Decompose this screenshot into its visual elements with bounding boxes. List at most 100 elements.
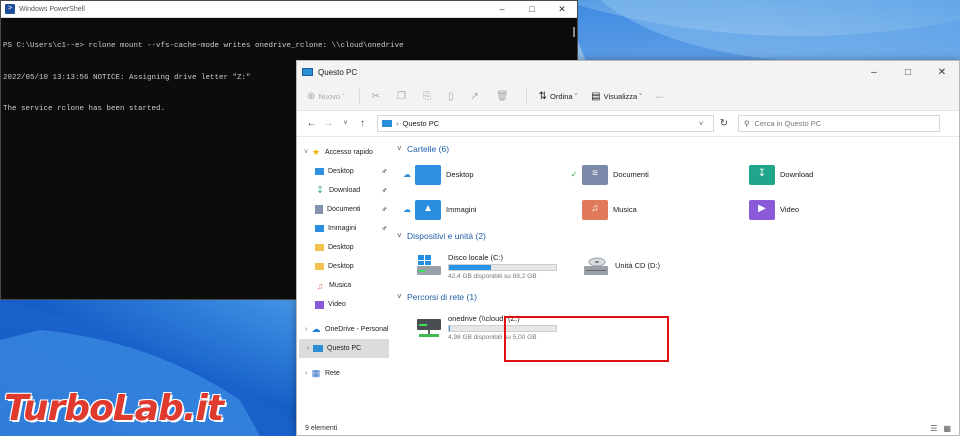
- network-drive-icon: [415, 315, 443, 339]
- folder-icon: [315, 263, 324, 270]
- explorer-title: Questo PC: [318, 67, 358, 77]
- drive-free-space: 42,4 GB disponibili su 69,2 GB: [448, 272, 537, 280]
- folder-immagini[interactable]: ☁ ▲ Immagini: [401, 192, 568, 227]
- folder-label: Desktop: [446, 170, 474, 179]
- view-icon: ▤: [591, 91, 601, 102]
- group-header-network[interactable]: ˅ Percorsi di rete (1): [397, 288, 953, 305]
- delete-button[interactable]: 🗑: [496, 91, 512, 102]
- sidebar-item-label: Desktop: [328, 168, 354, 175]
- chevron-right-icon: ›: [304, 326, 308, 333]
- back-button[interactable]: ←: [303, 118, 320, 129]
- folder-download[interactable]: ↧ Download: [735, 157, 902, 192]
- sidebar-item-label: Video: [328, 301, 346, 308]
- group-header-devices[interactable]: ˅ Dispositivi e unità (2): [397, 227, 953, 244]
- pin-icon[interactable]: 🖈: [381, 224, 387, 234]
- explorer-window[interactable]: Questo PC – □ ✕ ⊕ Nuovo ˇ ✂ ❐ ⎘ ▯ ↗ 🗑 ⇅ …: [296, 60, 960, 436]
- cloud-status-icon: ☁: [403, 170, 411, 179]
- group-header-folders[interactable]: ˅ Cartelle (6): [397, 140, 953, 157]
- pin-icon[interactable]: 🖈: [381, 186, 387, 196]
- copy-button[interactable]: ❐: [397, 91, 409, 102]
- search-input[interactable]: ⚲ Cerca in Questo PC: [738, 115, 940, 132]
- chevron-down-icon: ˇ: [572, 92, 578, 101]
- folder-label: Immagini: [446, 205, 477, 214]
- close-button[interactable]: ✕: [925, 61, 959, 83]
- tiles-view-icon[interactable]: ▦: [943, 424, 951, 433]
- sidebar-item-network[interactable]: › ▦ Rete: [297, 364, 391, 383]
- share-button[interactable]: ↗: [471, 91, 482, 102]
- up-button[interactable]: ↑: [354, 118, 371, 129]
- sidebar-item-label: OneDrive - Personal: [325, 326, 389, 333]
- pin-icon[interactable]: 🖈: [381, 167, 387, 177]
- maximize-button[interactable]: □: [891, 61, 925, 83]
- sidebar-item-immagini[interactable]: Immagini 🖈: [297, 219, 391, 238]
- cut-button[interactable]: ✂: [372, 91, 383, 102]
- drive-c[interactable]: Disco locale (C:) 42,4 GB disponibili su…: [401, 244, 568, 288]
- folder-documenti[interactable]: ✓ ≡ Documenti: [568, 157, 735, 192]
- share-icon: ↗: [470, 91, 479, 102]
- sidebar-item-documenti[interactable]: Documenti 🖈: [297, 200, 391, 219]
- star-icon: ★: [311, 147, 321, 157]
- console-scrollbar[interactable]: [573, 27, 575, 37]
- folder-label: Documenti: [613, 170, 649, 179]
- sidebar-item-quick-access[interactable]: ˅ ★ Accesso rapido: [297, 143, 391, 162]
- folder-label: Download: [780, 170, 814, 179]
- sidebar-item-this-pc[interactable]: › Questo PC: [299, 339, 389, 358]
- navigation-bar: ← → ˅ ↑ › Questo PC ˅ ↻ ⚲ Cerca in Quest…: [297, 111, 959, 137]
- forward-button[interactable]: →: [320, 118, 337, 129]
- view-label: Visualizza: [603, 92, 638, 101]
- sidebar-item-onedrive[interactable]: › ☁ OneDrive - Personal: [297, 320, 391, 339]
- view-button[interactable]: ▤ Visualizza ˇ: [591, 91, 642, 102]
- refresh-button[interactable]: ↻: [714, 118, 734, 129]
- sidebar-item-desktop[interactable]: Desktop 🖈: [297, 162, 391, 181]
- folder-label: Video: [780, 205, 800, 214]
- folder-musica[interactable]: ♫ Musica: [568, 192, 735, 227]
- sidebar-item-desktop-folder[interactable]: Desktop: [297, 238, 391, 257]
- folder-video[interactable]: ▶ Video: [735, 192, 902, 227]
- sidebar-item-musica[interactable]: ♫ Musica: [297, 276, 391, 295]
- rename-button[interactable]: ▯: [448, 91, 457, 102]
- group-header-label: Percorsi di rete (1): [407, 291, 477, 302]
- chevron-down-icon[interactable]: ˅: [699, 119, 713, 128]
- powershell-titlebar[interactable]: > Windows PowerShell – □ ✕: [1, 1, 577, 18]
- navigation-pane: ˅ ★ Accesso rapido Desktop 🖈 ↧ Download …: [297, 137, 391, 409]
- paste-button[interactable]: ⎘: [423, 91, 434, 102]
- recent-locations-button[interactable]: ˅: [337, 120, 354, 127]
- sidebar-item-video[interactable]: Video: [297, 295, 391, 314]
- minimize-button[interactable]: –: [487, 1, 517, 17]
- address-bar[interactable]: › Questo PC ˅: [377, 115, 714, 132]
- download-icon: ↧: [316, 185, 324, 195]
- documents-folder-icon: ≡: [582, 164, 608, 185]
- sidebar-item-label: Documenti: [327, 206, 361, 213]
- group-header-label: Cartelle (6): [407, 143, 450, 154]
- explorer-titlebar[interactable]: Questo PC – □ ✕: [297, 61, 959, 83]
- new-button[interactable]: ⊕ Nuovo ˇ: [307, 91, 345, 102]
- sidebar-item-label: Immagini: [328, 225, 357, 232]
- more-options-button[interactable]: ···: [656, 92, 664, 101]
- more-icon: ···: [655, 92, 664, 101]
- sidebar-item-label: Download: [329, 187, 361, 194]
- drive-name: Disco locale (C:): [448, 252, 504, 262]
- chevron-down-icon: ˇ: [637, 92, 642, 101]
- sidebar-item-download[interactable]: ↧ Download 🖈: [297, 181, 391, 200]
- details-view-icon[interactable]: ☰: [930, 424, 937, 433]
- chevron-right-icon: ›: [306, 345, 310, 352]
- maximize-button[interactable]: □: [517, 1, 547, 17]
- video-icon: [315, 300, 324, 309]
- sidebar-item-desktop-folder[interactable]: Desktop: [297, 257, 391, 276]
- drive-name: Unità CD (D:): [615, 260, 661, 270]
- chevron-right-icon: ›: [396, 119, 399, 128]
- network-grid: onedrive (\\cloud) (Z:) 4,98 GB disponib…: [401, 305, 953, 349]
- drive-d[interactable]: Unità CD (D:): [568, 244, 735, 288]
- cloud-status-icon: ☁: [403, 205, 411, 214]
- sort-button[interactable]: ⇅ Ordina ˇ: [539, 91, 578, 102]
- folder-desktop[interactable]: ☁ Desktop: [401, 157, 568, 192]
- content-pane: ˅ Cartelle (6) ☁ Desktop ✓ ≡ Documenti ↧: [391, 137, 959, 409]
- cd-drive-icon: [582, 254, 610, 278]
- pin-icon[interactable]: 🖈: [381, 205, 387, 215]
- close-button[interactable]: ✕: [547, 1, 577, 17]
- trash-icon: 🗑: [495, 91, 509, 102]
- toolbar-divider: [358, 88, 360, 105]
- drive-usage-fill: [449, 325, 450, 331]
- minimize-button[interactable]: –: [857, 61, 891, 83]
- drive-usage-bar: [448, 263, 557, 271]
